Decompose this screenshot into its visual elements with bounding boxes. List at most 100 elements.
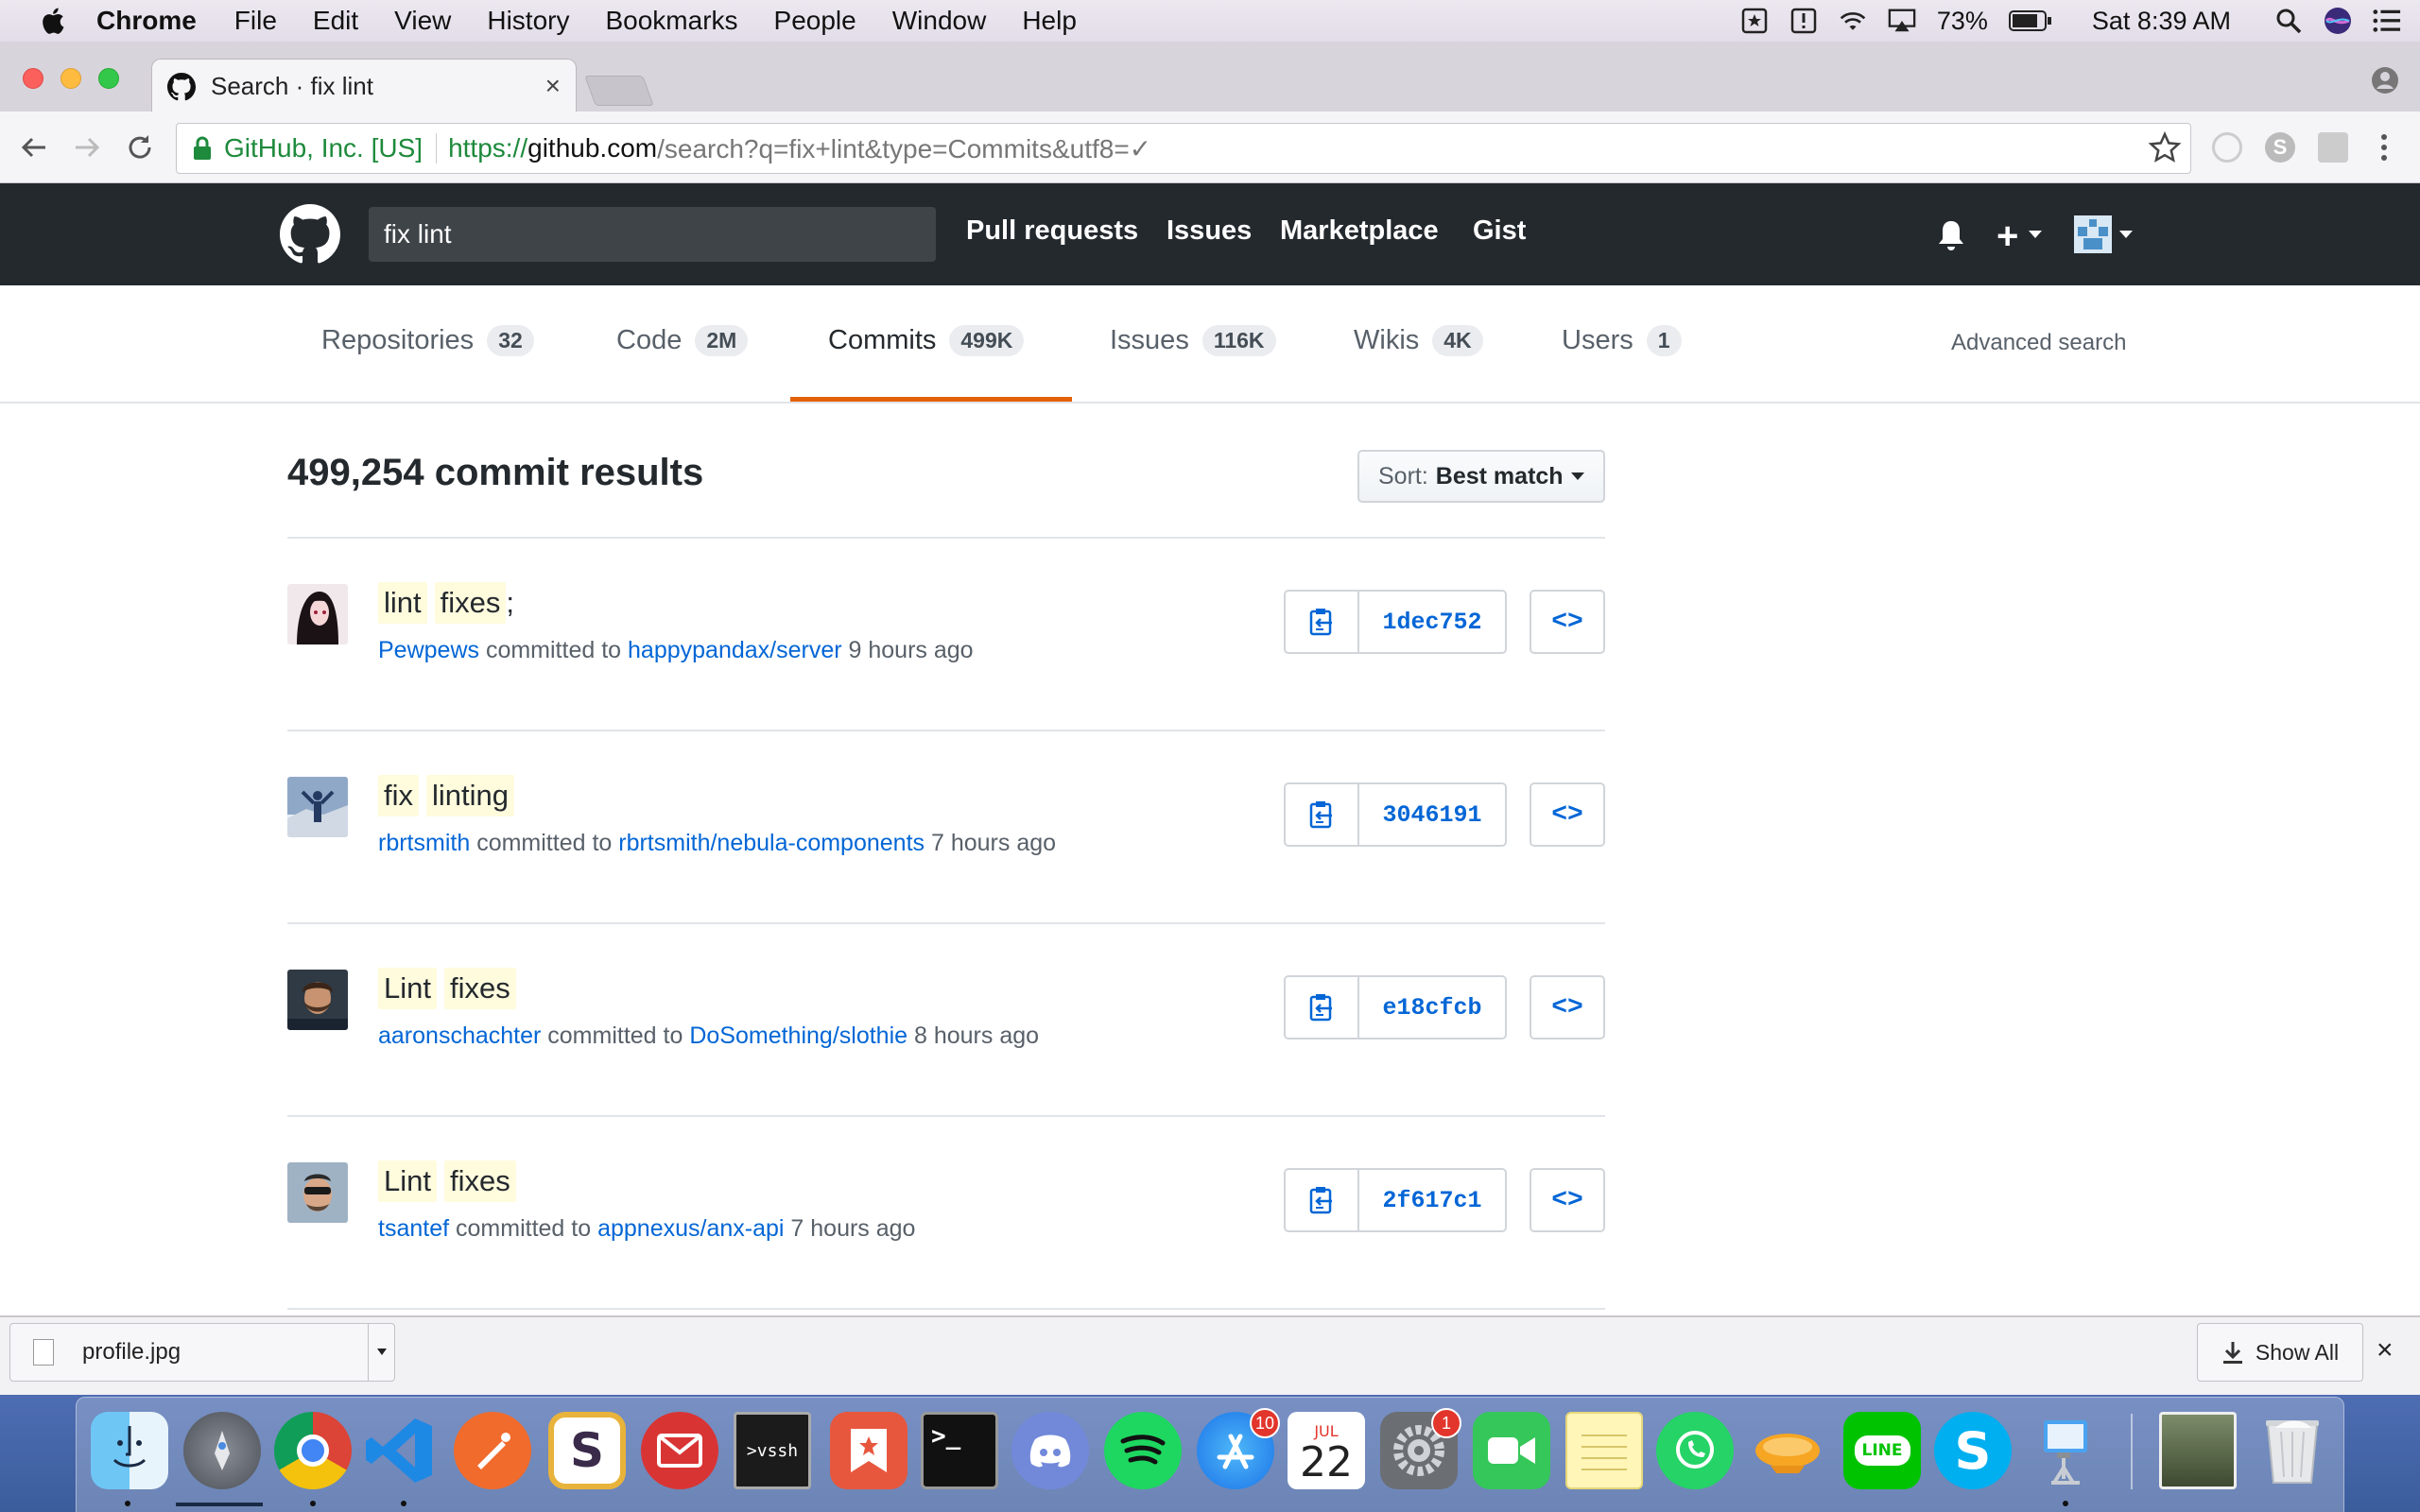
user-avatar[interactable] — [2074, 215, 2112, 253]
commit-author-link[interactable]: aaronschachter — [378, 1022, 541, 1049]
commit-repo-link[interactable]: appnexus/anx-api — [597, 1215, 784, 1242]
nav-issues[interactable]: Issues — [1167, 215, 1252, 247]
author-avatar[interactable] — [287, 970, 348, 1030]
spotify-icon[interactable] — [1104, 1412, 1182, 1489]
calendar-icon[interactable]: JUL 22 — [1288, 1412, 1365, 1489]
commit-sha-link[interactable]: 3046191 — [1359, 784, 1505, 845]
paw-icon[interactable] — [454, 1412, 531, 1489]
copy-sha-button[interactable] — [1286, 592, 1359, 652]
vscode-icon[interactable] — [361, 1412, 439, 1489]
sort-dropdown[interactable]: Sort: Best match — [1357, 450, 1605, 503]
window-minimize-button[interactable] — [60, 68, 81, 89]
menu-view[interactable]: View — [394, 6, 451, 36]
menu-window[interactable]: Window — [892, 6, 987, 36]
menu-history[interactable]: History — [487, 6, 569, 36]
forward-button[interactable] — [68, 129, 106, 166]
commit-message[interactable]: fix linting — [378, 775, 514, 816]
menu-file[interactable]: File — [234, 6, 277, 36]
author-avatar[interactable] — [287, 777, 348, 837]
airplay-icon[interactable] — [1888, 7, 1916, 35]
tab-issues[interactable]: Issues 116K — [1110, 325, 1276, 356]
commit-author-link[interactable]: tsantef — [378, 1215, 449, 1242]
facetime-icon[interactable] — [1473, 1412, 1550, 1489]
address-bar[interactable]: GitHub, Inc. [US] https:// github.com /s… — [176, 123, 2191, 174]
nav-gist[interactable]: Gist — [1473, 215, 1526, 247]
copy-sha-button[interactable] — [1286, 784, 1359, 845]
skype-icon[interactable]: S — [1934, 1412, 2012, 1489]
tab-wikis[interactable]: Wikis 4K — [1354, 325, 1483, 356]
browse-repo-at-commit-button[interactable]: <> — [1530, 782, 1605, 847]
reload-button[interactable] — [121, 129, 159, 166]
menu-edit[interactable]: Edit — [313, 6, 358, 36]
author-avatar[interactable] — [287, 1162, 348, 1223]
commit-repo-link[interactable]: happypandax/server — [628, 637, 842, 663]
chrome-menu-icon[interactable] — [2375, 132, 2394, 163]
siri-icon[interactable] — [2324, 7, 2352, 35]
author-avatar[interactable] — [287, 584, 348, 644]
close-download-shelf-button[interactable]: × — [2377, 1334, 2394, 1366]
window-close-button[interactable] — [23, 68, 43, 89]
notifications-bell-icon[interactable] — [1934, 217, 1968, 253]
create-new-button[interactable]: + — [1996, 215, 2018, 258]
menu-app-name[interactable]: Chrome — [96, 6, 197, 36]
notification-center-icon[interactable] — [2373, 7, 2401, 35]
bookmark-app-icon[interactable] — [830, 1412, 908, 1489]
commit-message[interactable]: lint fixes; — [378, 582, 514, 624]
nav-pull-requests[interactable]: Pull requests — [966, 215, 1138, 247]
finder-icon[interactable] — [91, 1412, 168, 1489]
bookmark-star-icon[interactable] — [2148, 130, 2182, 164]
vssh-icon[interactable]: >vssh — [734, 1412, 811, 1489]
zeplin-icon[interactable] — [1749, 1412, 1826, 1489]
trash-icon[interactable] — [2254, 1412, 2331, 1489]
commit-repo-link[interactable]: rbrtsmith/nebula-components — [618, 830, 925, 856]
browse-repo-at-commit-button[interactable]: <> — [1530, 1168, 1605, 1232]
chrome-profile-icon[interactable] — [2371, 66, 2399, 94]
bookmark-star-status-icon[interactable] — [1740, 7, 1769, 35]
download-options-button[interactable] — [368, 1324, 394, 1381]
commit-message[interactable]: Lint fixes — [378, 968, 516, 1009]
menu-people[interactable]: People — [774, 6, 856, 36]
browse-repo-at-commit-button[interactable]: <> — [1530, 975, 1605, 1040]
tab-commits[interactable]: Commits 499K — [828, 325, 1025, 356]
user-menu-caret-icon[interactable] — [2119, 231, 2133, 238]
copy-sha-button[interactable] — [1286, 1170, 1359, 1230]
github-search-input[interactable] — [369, 207, 936, 262]
github-logo-icon[interactable] — [280, 204, 340, 265]
commit-author-link[interactable]: rbrtsmith — [378, 830, 470, 856]
copy-sha-button[interactable] — [1286, 977, 1359, 1038]
photo-stack-icon[interactable] — [2159, 1412, 2237, 1489]
extension-3-icon[interactable] — [2318, 132, 2348, 163]
commit-sha-link[interactable]: e18cfcb — [1359, 977, 1505, 1038]
back-button[interactable] — [15, 129, 53, 166]
line-icon[interactable]: LINE — [1843, 1412, 1921, 1489]
menubar-clock[interactable]: Sat 8:39 AM — [2092, 7, 2231, 36]
download-item[interactable]: profile.jpg — [9, 1323, 395, 1382]
window-zoom-button[interactable] — [98, 68, 119, 89]
launchpad-icon[interactable] — [183, 1412, 261, 1489]
nav-marketplace[interactable]: Marketplace — [1280, 215, 1439, 247]
skype-extension-icon[interactable]: S — [2265, 132, 2295, 163]
extension-1-icon[interactable] — [2212, 132, 2242, 163]
wifi-icon[interactable] — [1839, 7, 1867, 35]
chrome-icon[interactable] — [274, 1412, 352, 1489]
browser-tab-active[interactable]: Search · fix lint × — [151, 59, 577, 113]
commit-author-link[interactable]: Pewpews — [378, 637, 479, 663]
whatsapp-icon[interactable] — [1656, 1412, 1734, 1489]
new-tab-button[interactable] — [584, 76, 654, 106]
ev-certificate-label[interactable]: GitHub, Inc. [US] — [224, 133, 423, 163]
tab-close-button[interactable]: × — [545, 71, 561, 101]
keynote-icon[interactable] — [2027, 1412, 2104, 1489]
notes-icon[interactable] — [1565, 1412, 1643, 1489]
tab-users[interactable]: Users 1 — [1562, 325, 1682, 356]
commit-sha-link[interactable]: 2f617c1 — [1359, 1170, 1505, 1230]
discord-icon[interactable] — [1011, 1412, 1089, 1489]
menu-bookmarks[interactable]: Bookmarks — [605, 6, 737, 36]
slack-icon[interactable]: S — [548, 1412, 626, 1489]
browse-repo-at-commit-button[interactable]: <> — [1530, 590, 1605, 654]
alert-status-icon[interactable] — [1789, 7, 1818, 35]
battery-icon[interactable] — [2008, 7, 2052, 35]
commit-repo-link[interactable]: DoSomething/slothie — [689, 1022, 908, 1049]
apple-menu-icon[interactable] — [38, 6, 66, 36]
commit-sha-link[interactable]: 1dec752 — [1359, 592, 1505, 652]
airmail-icon[interactable] — [641, 1412, 718, 1489]
